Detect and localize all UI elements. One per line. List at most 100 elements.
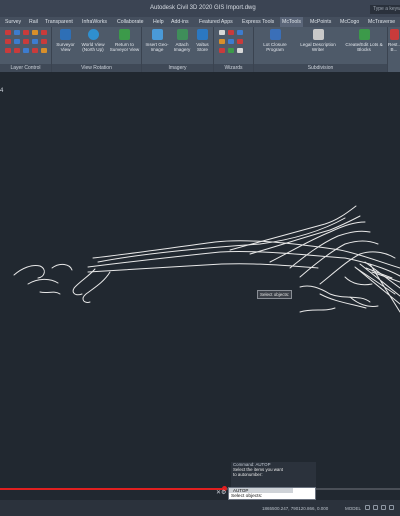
layer-icon[interactable] [23, 30, 29, 35]
lot-closure-icon [269, 29, 281, 40]
layer-icon[interactable] [41, 30, 47, 35]
command-prompt: Select objects: [231, 494, 263, 499]
lot-closure-button[interactable]: Lot Closure Program [256, 29, 294, 52]
window-title: Autodesk Civil 3D 2020 GIS Import.dwg [150, 5, 256, 11]
panel-label-layer-control[interactable]: Layer Control [0, 64, 51, 72]
layer-icon[interactable] [5, 39, 11, 44]
polar-icon[interactable] [389, 505, 394, 510]
panel-label-subdivision: Subdivision [254, 64, 387, 72]
contour-line [319, 293, 367, 309]
wizard-icon[interactable] [219, 48, 225, 53]
panel-label-imagery: Imagery [142, 64, 213, 72]
store-icon [197, 29, 208, 40]
contour-line [51, 263, 73, 271]
wrench-icon[interactable]: ⚙ [221, 490, 226, 496]
autocomplete-suggestion[interactable]: AUTOP [229, 488, 293, 493]
insert-geo-image-button[interactable]: Insert Geo-Image [143, 29, 171, 52]
drawing-viewport[interactable]: 4 [0, 72, 400, 462]
wizard-icon[interactable] [237, 48, 243, 53]
layer-icon[interactable] [14, 48, 20, 53]
tab-express-tools[interactable]: Express Tools [242, 19, 274, 25]
world-view-button[interactable]: World View (North Up) [78, 29, 108, 52]
wizard-icon[interactable] [228, 48, 234, 53]
ribbon: Layer Control Surveyor View World View (… [0, 27, 400, 72]
tab-featured-apps[interactable]: Featured Apps [199, 19, 233, 25]
lots-icon [358, 29, 370, 40]
model-space-button[interactable]: MODEL [345, 506, 361, 511]
contour-line [87, 263, 319, 273]
panel-layer-control: Layer Control [0, 27, 52, 72]
layer-icon[interactable] [32, 48, 38, 53]
history-line: to autonumber: [233, 472, 263, 478]
tab-collaborate[interactable]: Collaborate [117, 19, 144, 25]
layer-icon[interactable] [32, 39, 38, 44]
video-progress-bar[interactable] [0, 486, 400, 491]
layer-icon[interactable] [23, 48, 29, 53]
cursor-tooltip: Select objects: [257, 290, 293, 299]
contour-line [289, 230, 371, 269]
return-surveyor-view-button[interactable]: Return to Surveyor View [108, 29, 141, 52]
grid-icon[interactable] [365, 505, 370, 510]
command-history: Command: AUTOP Select the items you want… [231, 462, 316, 487]
tab-mctraverse[interactable]: McTraverse [368, 19, 395, 25]
attach-image-icon [176, 29, 188, 40]
layer-icon[interactable] [14, 30, 20, 35]
valtus-store-button[interactable]: Valtus Store [192, 29, 213, 52]
layer-icon[interactable] [32, 30, 38, 35]
tab-rail[interactable]: Rail [29, 19, 38, 25]
layer-icon[interactable] [41, 48, 47, 53]
wizard-icon[interactable] [219, 39, 225, 44]
legal-description-button[interactable]: Legal Description Writer [296, 29, 340, 52]
tab-mccogo[interactable]: McCogo [340, 19, 359, 25]
wizard-icon[interactable] [237, 30, 243, 35]
title-bar: Autodesk Civil 3D 2020 GIS Import.dwg Ty… [0, 0, 400, 17]
create-edit-lots-button[interactable]: Create/Edit Lots & Blocks [342, 29, 386, 52]
reset-button[interactable]: Rest... B... [388, 29, 400, 52]
panel-label-wizards: Wizards [214, 64, 253, 72]
tab-infraworks[interactable]: InfraWorks [82, 19, 107, 25]
contour-line [72, 268, 96, 296]
panel-reset: Rest... B... [388, 27, 400, 72]
panel-view-rotation: Surveyor View World View (North Up) Retu… [52, 27, 142, 72]
layer-icon[interactable] [14, 39, 20, 44]
surveyor-view-button[interactable]: Surveyor View [53, 29, 78, 52]
ortho-icon[interactable] [381, 505, 386, 510]
layer-icon[interactable] [5, 48, 11, 53]
tab-mcpoints[interactable]: McPoints [310, 19, 331, 25]
panel-imagery: Insert Geo-Image Attach Imagery Valtus S… [142, 27, 214, 72]
command-line-buttons: ✕⚙ [216, 489, 228, 499]
coordinate-readout: 1865500.247, 790120.866, 0.000 [262, 506, 329, 511]
contour-line [39, 291, 61, 295]
status-bar: 1865500.247, 790120.866, 0.000 MODEL [0, 500, 400, 516]
ribbon-tabs: Survey Rail Transparent InfraWorks Colla… [0, 17, 400, 28]
layer-icon[interactable] [41, 39, 47, 44]
globe-icon [87, 29, 99, 40]
wizard-icon[interactable] [228, 30, 234, 35]
contour-drawing [13, 205, 400, 313]
panel-subdivision: Lot Closure Program Legal Description Wr… [254, 27, 388, 72]
layer-icon[interactable] [23, 39, 29, 44]
snap-icon[interactable] [373, 505, 378, 510]
contour-line [13, 265, 45, 279]
viewport-corner-mark: 4 [0, 88, 4, 94]
contour-line [229, 205, 357, 251]
wizard-icon[interactable] [228, 39, 234, 44]
layer-icon[interactable] [5, 30, 11, 35]
return-arrow-icon [119, 29, 130, 40]
tab-add-ins[interactable]: Add-ins [171, 19, 189, 25]
search-input[interactable]: Type a keyword [370, 5, 400, 14]
attach-imagery-button[interactable]: Attach Imagery [171, 29, 193, 52]
tab-help[interactable]: Help [153, 19, 164, 25]
image-icon [151, 29, 163, 40]
contour-line [299, 307, 336, 313]
progress-fill [0, 488, 224, 490]
panel-label-view-rotation: View Rotation [52, 64, 141, 72]
wizard-icon[interactable] [237, 39, 243, 44]
document-icon [312, 29, 324, 40]
command-line[interactable]: AUTOP Select objects: [228, 487, 316, 500]
compass-icon [60, 29, 71, 40]
tab-transparent[interactable]: Transparent [45, 19, 73, 25]
wizard-icon[interactable] [219, 30, 225, 35]
panel-wizards: Wizards [214, 27, 254, 72]
tab-survey[interactable]: Survey [5, 19, 21, 25]
